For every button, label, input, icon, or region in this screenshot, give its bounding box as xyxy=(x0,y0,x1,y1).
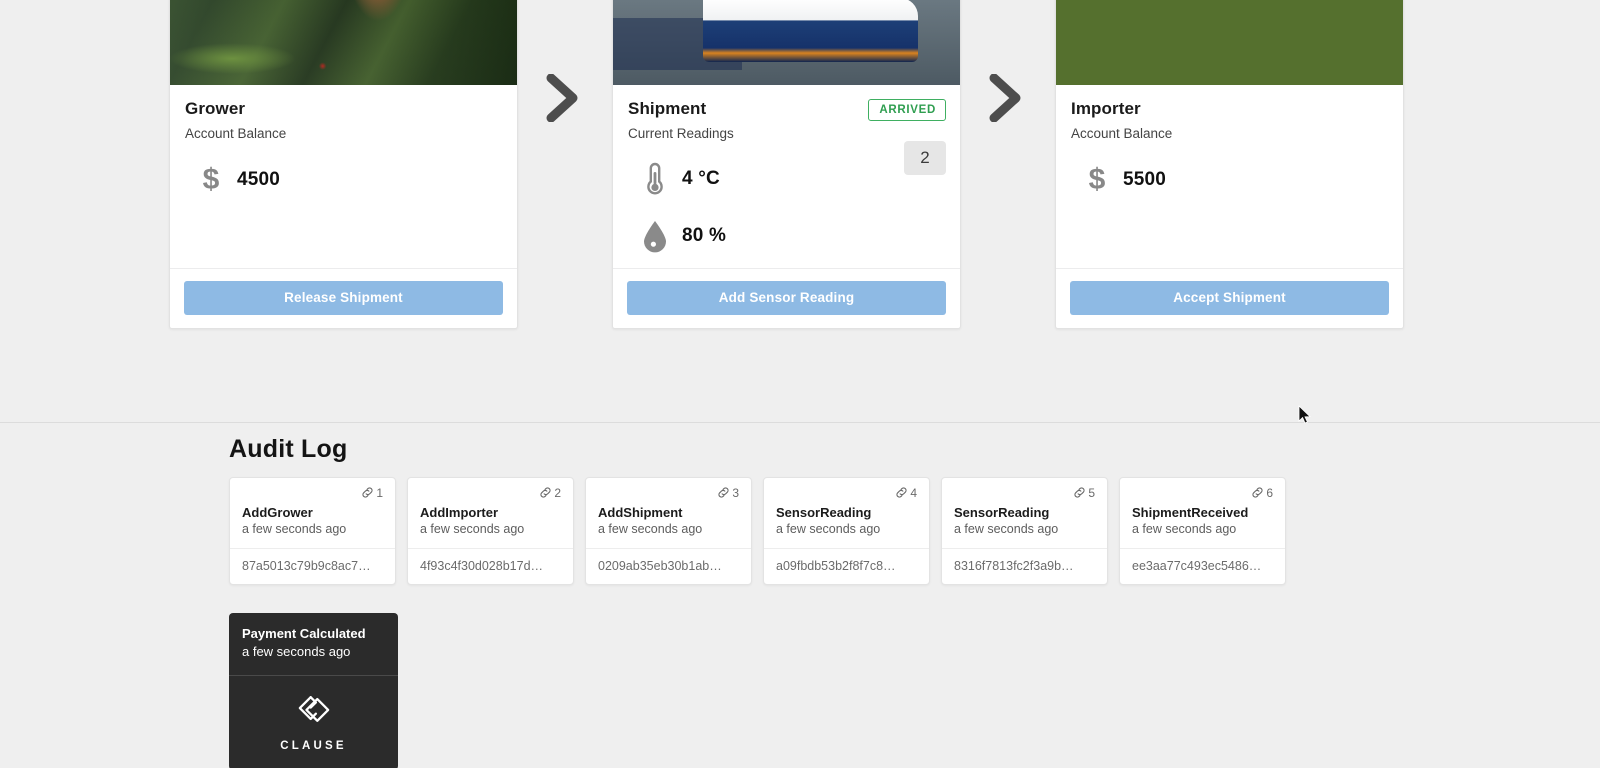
chain-link-icon xyxy=(718,487,729,498)
audit-event-name: SensorReading xyxy=(954,505,1050,520)
payment-calculated-card[interactable]: Payment Calculated a few seconds ago CLA… xyxy=(229,613,398,768)
audit-timestamp: a few seconds ago xyxy=(598,522,703,536)
water-drop-icon xyxy=(628,219,682,253)
audit-block-ref: 3 xyxy=(598,485,739,500)
audit-block-number: 5 xyxy=(1088,485,1095,500)
list-item[interactable]: 4 SensorReading a few seconds ago a09fbd… xyxy=(763,477,930,585)
payment-card-brand: CLAUSE xyxy=(229,676,398,768)
participant-card-shipment[interactable]: Shipment Current Readings ARRIVED 2 4 °C xyxy=(612,0,961,329)
add-sensor-reading-button[interactable]: Add Sensor Reading xyxy=(627,281,946,315)
payment-card-header: Payment Calculated a few seconds ago xyxy=(229,613,398,676)
audit-event-name: SensorReading xyxy=(776,505,872,520)
grower-subtitle: Account Balance xyxy=(185,126,287,141)
audit-timestamp: a few seconds ago xyxy=(776,522,881,536)
shipment-card-body: Shipment Current Readings ARRIVED 2 4 °C xyxy=(613,85,960,268)
audit-hash: 87a5013c79b9c8ac7… xyxy=(230,548,395,584)
audit-block-number: 4 xyxy=(910,485,917,500)
audit-block-ref: 1 xyxy=(242,485,383,500)
audit-entry-header: 2 AddImporter a few seconds ago xyxy=(408,478,573,548)
dollar-icon: $ xyxy=(1088,163,1106,196)
shipment-card-footer: Add Sensor Reading xyxy=(613,268,960,328)
audit-block-number: 3 xyxy=(732,485,739,500)
participant-card-importer[interactable]: Importer Account Balance $ 5500 Accept S… xyxy=(1055,0,1404,329)
audit-hash: 4f93c4f30d028b17d… xyxy=(408,548,573,584)
audit-timestamp: a few seconds ago xyxy=(954,522,1059,536)
audit-entry-header: 3 AddShipment a few seconds ago xyxy=(586,478,751,548)
grower-balance-row: $ 4500 xyxy=(185,162,502,198)
chevron-right-icon xyxy=(977,70,1033,126)
status-badge: ARRIVED xyxy=(868,99,946,121)
audit-timestamp: a few seconds ago xyxy=(420,522,525,536)
importer-card-footer: Accept Shipment xyxy=(1056,268,1403,328)
accept-shipment-button[interactable]: Accept Shipment xyxy=(1070,281,1389,315)
audit-hash: ee3aa77c493ec5486… xyxy=(1120,548,1285,584)
audit-entry-header: 5 SensorReading a few seconds ago xyxy=(942,478,1107,548)
payment-timestamp: a few seconds ago xyxy=(242,644,351,659)
audit-log-list: 1 AddGrower a few seconds ago 87a5013c79… xyxy=(229,477,1286,585)
thermometer-icon xyxy=(628,161,682,197)
participant-card-grower[interactable]: Grower Account Balance $ 4500 Release Sh… xyxy=(169,0,518,329)
temperature-row: 4 °C xyxy=(628,159,945,199)
shipment-subtitle: Current Readings xyxy=(628,126,734,141)
audit-block-number: 2 xyxy=(554,485,561,500)
importer-card-body: Importer Account Balance $ 5500 xyxy=(1056,85,1403,268)
chain-link-icon xyxy=(1074,487,1085,498)
payment-event-name: Payment Calculated xyxy=(242,626,366,641)
release-shipment-button[interactable]: Release Shipment xyxy=(184,281,503,315)
chain-link-icon xyxy=(1252,487,1263,498)
audit-timestamp: a few seconds ago xyxy=(1132,522,1237,536)
grower-card-body: Grower Account Balance $ 4500 xyxy=(170,85,517,268)
chevron-right-icon xyxy=(534,70,590,126)
audit-event-name: AddGrower xyxy=(242,505,313,520)
audit-block-number: 1 xyxy=(376,485,383,500)
audit-hash: a09fbdb53b2f8f7c8… xyxy=(764,548,929,584)
audit-block-ref: 5 xyxy=(954,485,1095,500)
grower-card-footer: Release Shipment xyxy=(170,268,517,328)
humidity-row: 80 % xyxy=(628,216,945,256)
audit-block-ref: 6 xyxy=(1132,485,1273,500)
audit-event-name: ShipmentReceived xyxy=(1132,505,1249,520)
clause-logo-icon xyxy=(293,692,335,731)
audit-hash: 0209ab35eb30b1ab… xyxy=(586,548,751,584)
audit-entry-header: 4 SensorReading a few seconds ago xyxy=(764,478,929,548)
list-item[interactable]: 3 AddShipment a few seconds ago 0209ab35… xyxy=(585,477,752,585)
audit-block-ref: 2 xyxy=(420,485,561,500)
humidity-value: 80 % xyxy=(682,225,727,246)
container-port-photo xyxy=(613,0,960,85)
audit-log-section: Audit Log 1 AddGrower a few seconds ago … xyxy=(0,423,1600,768)
list-item[interactable]: 6 ShipmentReceived a few seconds ago ee3… xyxy=(1119,477,1286,585)
audit-timestamp: a few seconds ago xyxy=(242,522,347,536)
app-root: Grower Account Balance $ 4500 Release Sh… xyxy=(0,0,1600,768)
audit-event-name: AddShipment xyxy=(598,505,683,520)
importer-subtitle: Account Balance xyxy=(1071,126,1173,141)
avocado-pile-photo xyxy=(1056,0,1403,85)
importer-title: Importer xyxy=(1071,99,1141,118)
audit-entry-header: 6 ShipmentReceived a few seconds ago xyxy=(1120,478,1285,548)
audit-hash: 8316f7813fc2f3a9b… xyxy=(942,548,1107,584)
chain-link-icon xyxy=(540,487,551,498)
importer-balance-row: $ 5500 xyxy=(1071,162,1388,198)
list-item[interactable]: 5 SensorReading a few seconds ago 8316f7… xyxy=(941,477,1108,585)
avocado-on-tree-photo xyxy=(170,0,517,85)
audit-block-number: 6 xyxy=(1266,485,1273,500)
audit-event-name: AddImporter xyxy=(420,505,498,520)
supply-chain-flow: Grower Account Balance $ 4500 Release Sh… xyxy=(0,0,1600,422)
audit-block-ref: 4 xyxy=(776,485,917,500)
page-title: Grower xyxy=(185,99,246,118)
list-item[interactable]: 2 AddImporter a few seconds ago 4f93c4f3… xyxy=(407,477,574,585)
chain-link-icon xyxy=(896,487,907,498)
importer-balance-value: 5500 xyxy=(1123,169,1167,190)
audit-log-heading: Audit Log xyxy=(229,435,348,463)
list-item[interactable]: 1 AddGrower a few seconds ago 87a5013c79… xyxy=(229,477,396,585)
temperature-value: 4 °C xyxy=(682,168,720,189)
chain-link-icon xyxy=(362,487,373,498)
brand-name-label: CLAUSE xyxy=(280,740,347,752)
grower-balance-value: 4500 xyxy=(237,169,281,190)
dollar-icon: $ xyxy=(202,163,220,196)
reading-count-chip: 2 xyxy=(904,141,946,175)
audit-entry-header: 1 AddGrower a few seconds ago xyxy=(230,478,395,548)
